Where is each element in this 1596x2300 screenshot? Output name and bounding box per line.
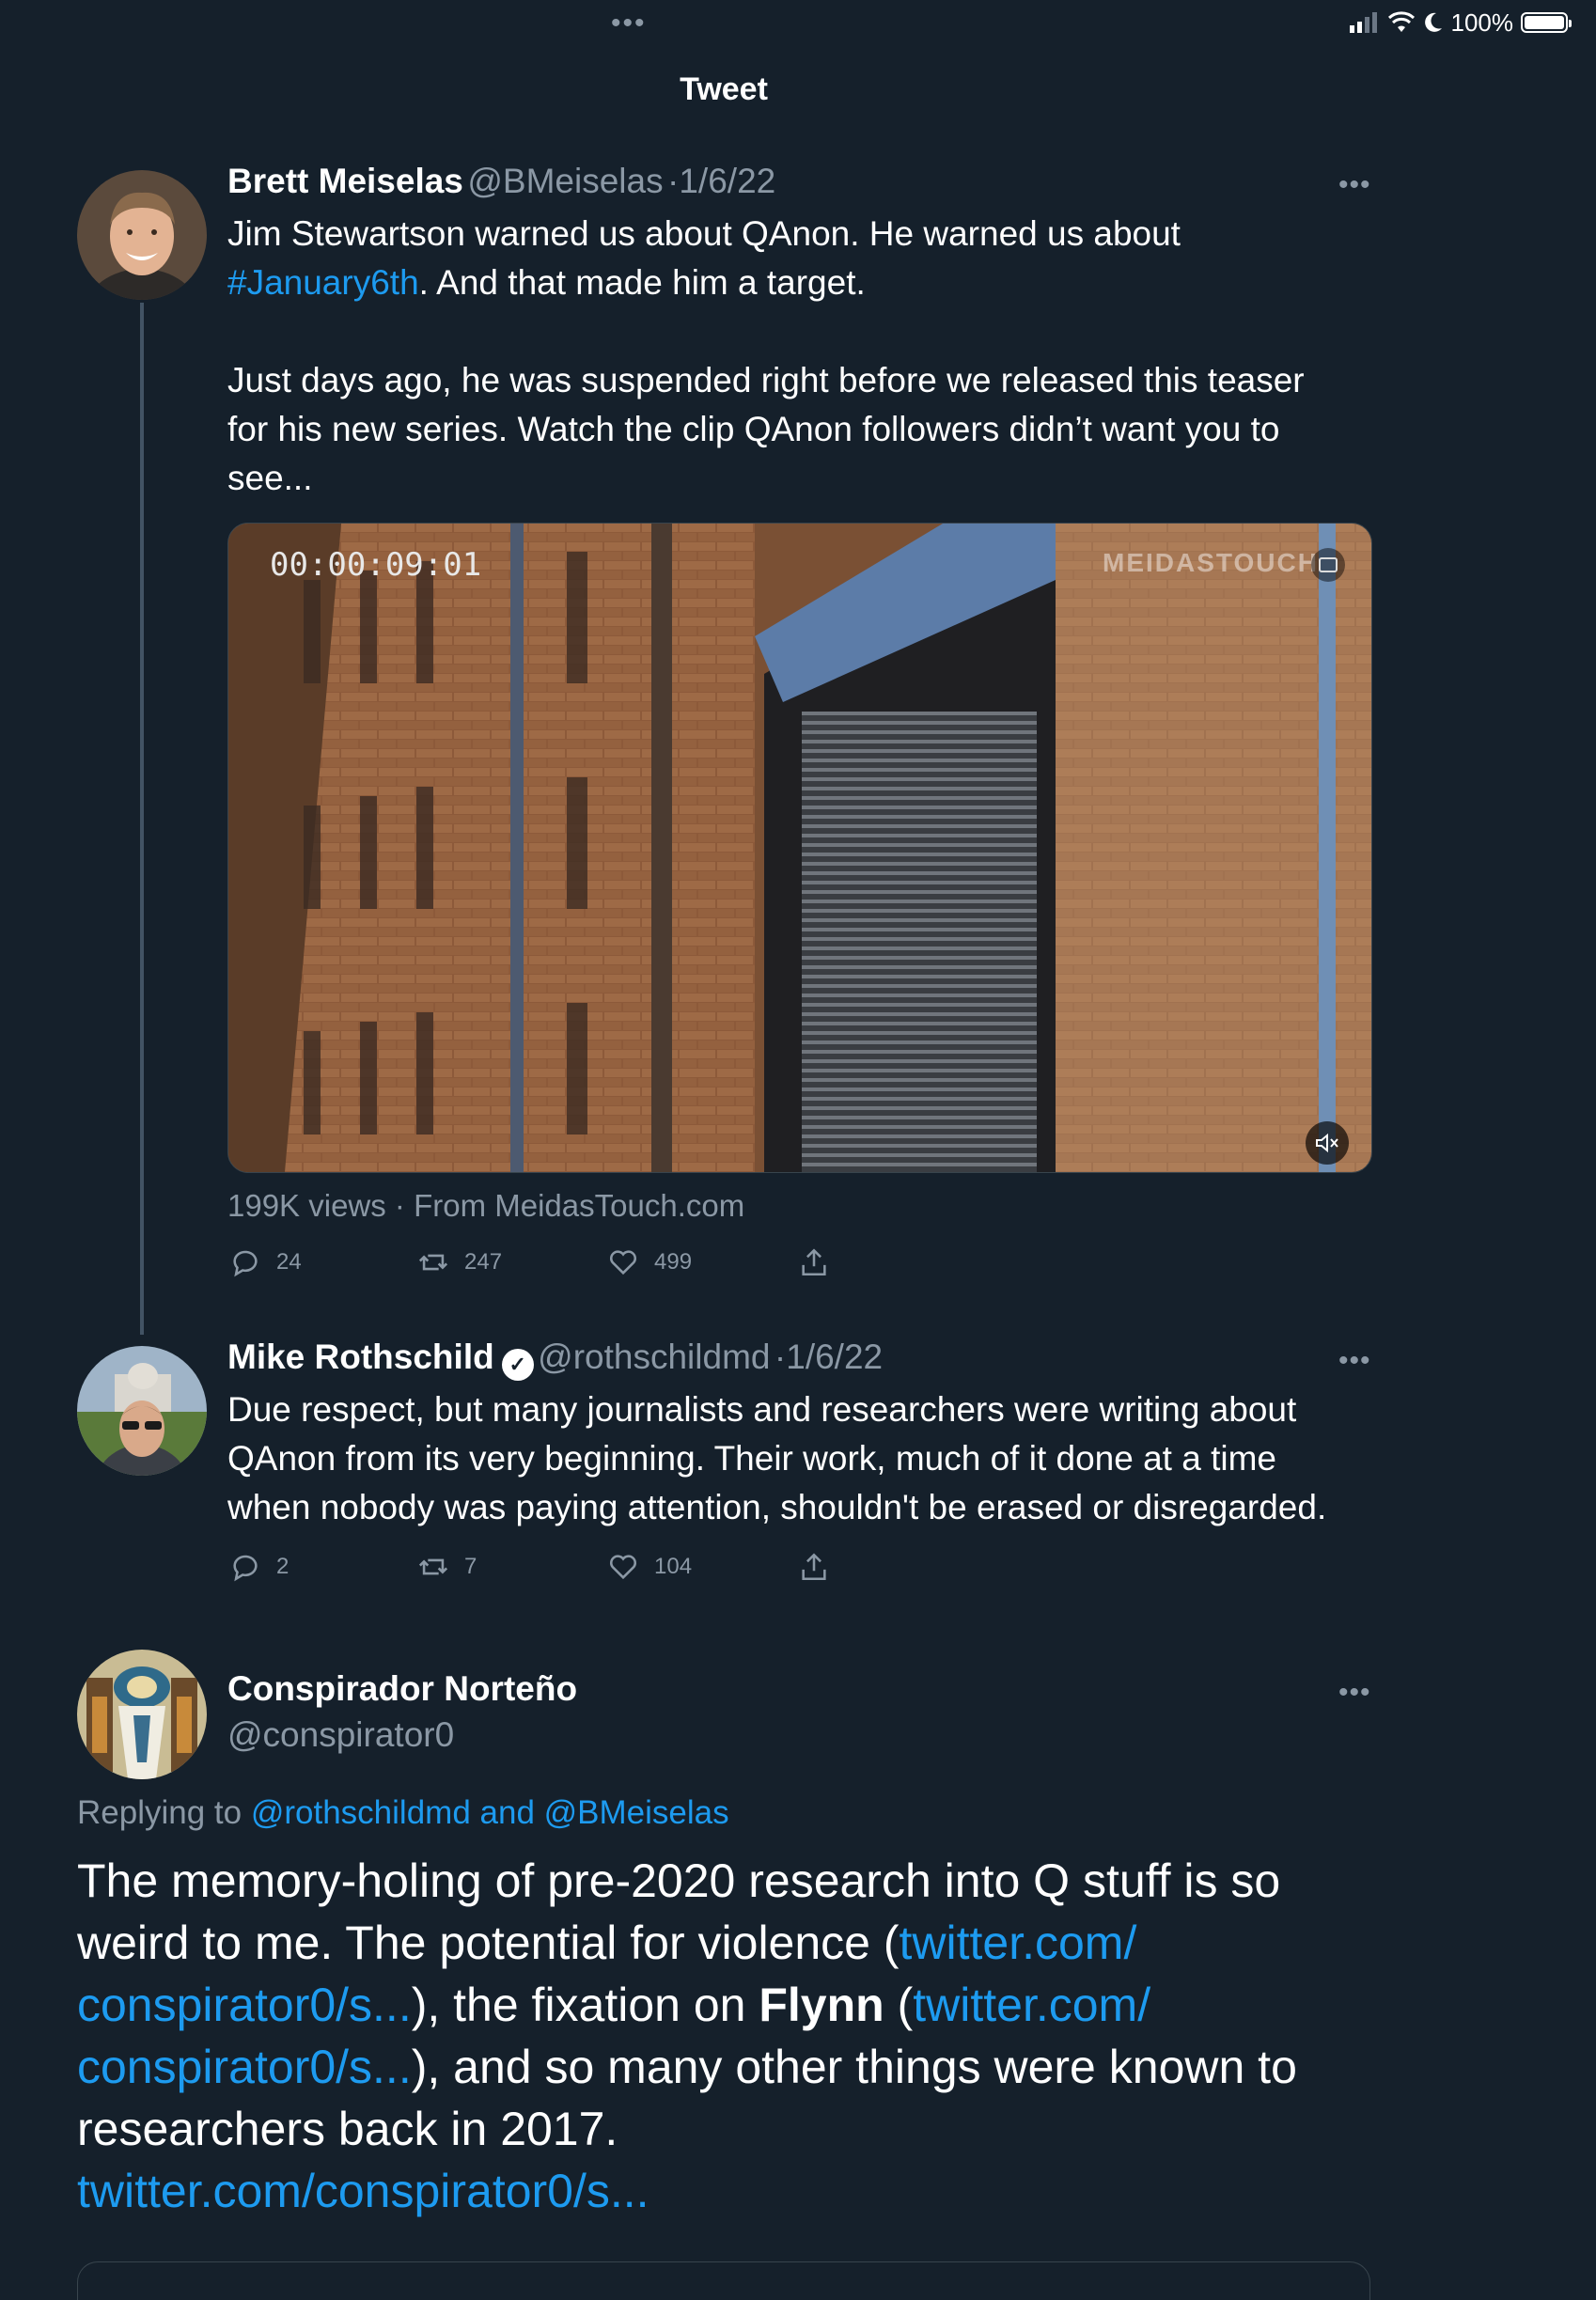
- heart-icon: [609, 1555, 637, 1580]
- tweet-text: Jim Stewartson warned us about QAnon. He…: [227, 210, 1412, 503]
- video-player[interactable]: 00:00:09:01 MEIDASTOUCH: [227, 523, 1372, 1173]
- reply-button[interactable]: 2: [229, 1551, 289, 1583]
- tweet-text-line: ), the fixation on: [411, 1979, 759, 2031]
- share-button[interactable]: [798, 1246, 830, 1278]
- wifi-icon: [1387, 11, 1415, 32]
- like-button[interactable]: 104: [607, 1551, 692, 1583]
- heart-icon: [609, 1250, 637, 1275]
- moon-icon: [1424, 12, 1442, 32]
- replying-to-label: Replying to: [77, 1794, 243, 1831]
- bold-word: Flynn: [759, 1979, 884, 2031]
- tweet-text-line: Due respect, but many journalists and re…: [227, 1390, 1297, 1429]
- tweet-text-line: researchers back in 2017.: [77, 2103, 618, 2155]
- view-count: 199K views: [227, 1188, 386, 1223]
- share-button[interactable]: [798, 1551, 830, 1583]
- page-title: Tweet: [680, 71, 768, 107]
- battery-percent: 100%: [1450, 8, 1514, 37]
- tweet-text-line: for his new series. Watch the clip QAnon…: [227, 410, 1280, 448]
- reply-button[interactable]: 24: [229, 1246, 302, 1278]
- quoted-tweet-card[interactable]: [77, 2261, 1370, 2300]
- reply-icon: [233, 1250, 258, 1277]
- like-button[interactable]: 499: [607, 1246, 692, 1278]
- avatar[interactable]: [77, 170, 207, 300]
- tweet-text-line: Just days ago, he was suspended right be…: [227, 361, 1305, 399]
- reply-count: 2: [276, 1554, 289, 1579]
- share-icon: [802, 1248, 826, 1276]
- more-options-icon[interactable]: •••: [1338, 1677, 1371, 1709]
- retweet-icon: [418, 1558, 448, 1575]
- verified-badge-icon: ✓: [501, 1348, 534, 1381]
- tweet-text-line: Jim Stewartson warned us about QAnon. He…: [227, 214, 1181, 253]
- avatar-brett-image: [77, 170, 207, 300]
- tweet-text-line: The memory-holing of pre-2020 research i…: [77, 1854, 1281, 1907]
- tweet-text: Due respect, but many journalists and re…: [227, 1385, 1449, 1532]
- video-source[interactable]: From MeidasTouch.com: [414, 1188, 744, 1223]
- focused-tweet-text: The memory-holing of pre-2020 research i…: [77, 1850, 1506, 2222]
- more-options-icon[interactable]: •••: [1338, 169, 1371, 201]
- thread-connector: [140, 303, 144, 1335]
- status-bar: 100%: [1349, 6, 1572, 39]
- tweet-text-line: ), and so many other things were known t…: [411, 2041, 1297, 2093]
- reply-count: 24: [276, 1249, 302, 1275]
- hashtag-link[interactable]: #January6th: [227, 263, 419, 302]
- tweet-text-line: see...: [227, 459, 313, 497]
- tweet-text-line: . And that made him a target.: [418, 263, 866, 302]
- replying-to-users-link[interactable]: @rothschildmd and @BMeiselas: [251, 1794, 729, 1831]
- separator-dot: ·: [774, 1338, 787, 1376]
- author-handle[interactable]: @rothschildmd: [538, 1338, 770, 1376]
- tweet-text-line: QAnon from its very beginning. Their wor…: [227, 1439, 1276, 1478]
- retweet-count: 247: [464, 1249, 503, 1275]
- retweet-count: 7: [464, 1554, 477, 1579]
- more-options-icon[interactable]: •••: [1338, 1345, 1371, 1377]
- tweet-date[interactable]: 1/6/22: [786, 1338, 883, 1376]
- retweet-icon: [418, 1254, 448, 1271]
- like-count: 499: [654, 1249, 693, 1275]
- tweet-link[interactable]: twitter.com/conspirator0/s...: [77, 2165, 649, 2217]
- tweet-link[interactable]: twitter.com/: [900, 1917, 1137, 1969]
- author-handle[interactable]: @conspirator0: [227, 1715, 454, 1755]
- tweet-text-line: weird to me. The potential for violence …: [77, 1917, 900, 1969]
- avatar[interactable]: [77, 1346, 207, 1476]
- battery-icon: [1521, 12, 1572, 33]
- tweet-text-line: when nobody was paying attention, should…: [227, 1488, 1327, 1526]
- tweet-date[interactable]: 1/6/22: [679, 162, 775, 200]
- mute-icon[interactable]: [1306, 1121, 1349, 1165]
- tweet-header: Mike Rothschild ✓ @rothschildmd ·1/6/22: [227, 1338, 1355, 1381]
- author-name[interactable]: Conspirador Norteño: [227, 1669, 577, 1709]
- tweet-link[interactable]: conspirator0/s...: [77, 1979, 412, 2031]
- retweet-button[interactable]: 247: [417, 1246, 502, 1278]
- video-thumbnail: [228, 524, 1371, 1172]
- author-name[interactable]: Brett Meiselas: [227, 162, 463, 200]
- captions-icon[interactable]: [1311, 548, 1345, 582]
- avatar[interactable]: [77, 1650, 207, 1779]
- retweet-button[interactable]: 7: [417, 1551, 477, 1583]
- tweet-link[interactable]: twitter.com/: [913, 1979, 1150, 2031]
- multitask-dots-icon[interactable]: •••: [611, 8, 654, 39]
- video-meta: 199K views · From MeidasTouch.com: [227, 1188, 745, 1223]
- like-count: 104: [654, 1554, 693, 1579]
- avatar-mike-image: [77, 1346, 207, 1476]
- tweet-link[interactable]: conspirator0/s...: [77, 2041, 412, 2093]
- video-watermark: MEIDASTOUCH: [1103, 548, 1319, 577]
- share-icon: [802, 1553, 826, 1581]
- tweet-text-line: (: [884, 1979, 914, 2031]
- author-handle[interactable]: @BMeiselas: [467, 162, 663, 200]
- separator-dot: ·: [667, 162, 680, 200]
- video-timestamp: 00:00:09:01: [270, 546, 482, 584]
- replying-to: Replying to @rothschildmd and @BMeiselas: [77, 1794, 729, 1832]
- cellular-signal-icon: [1349, 12, 1377, 33]
- author-name[interactable]: Mike Rothschild: [227, 1338, 494, 1376]
- tweet-header: Brett Meiselas @BMeiselas ·1/6/22: [227, 162, 1355, 201]
- avatar-conspirador-image: [77, 1650, 207, 1779]
- reply-icon: [233, 1555, 258, 1582]
